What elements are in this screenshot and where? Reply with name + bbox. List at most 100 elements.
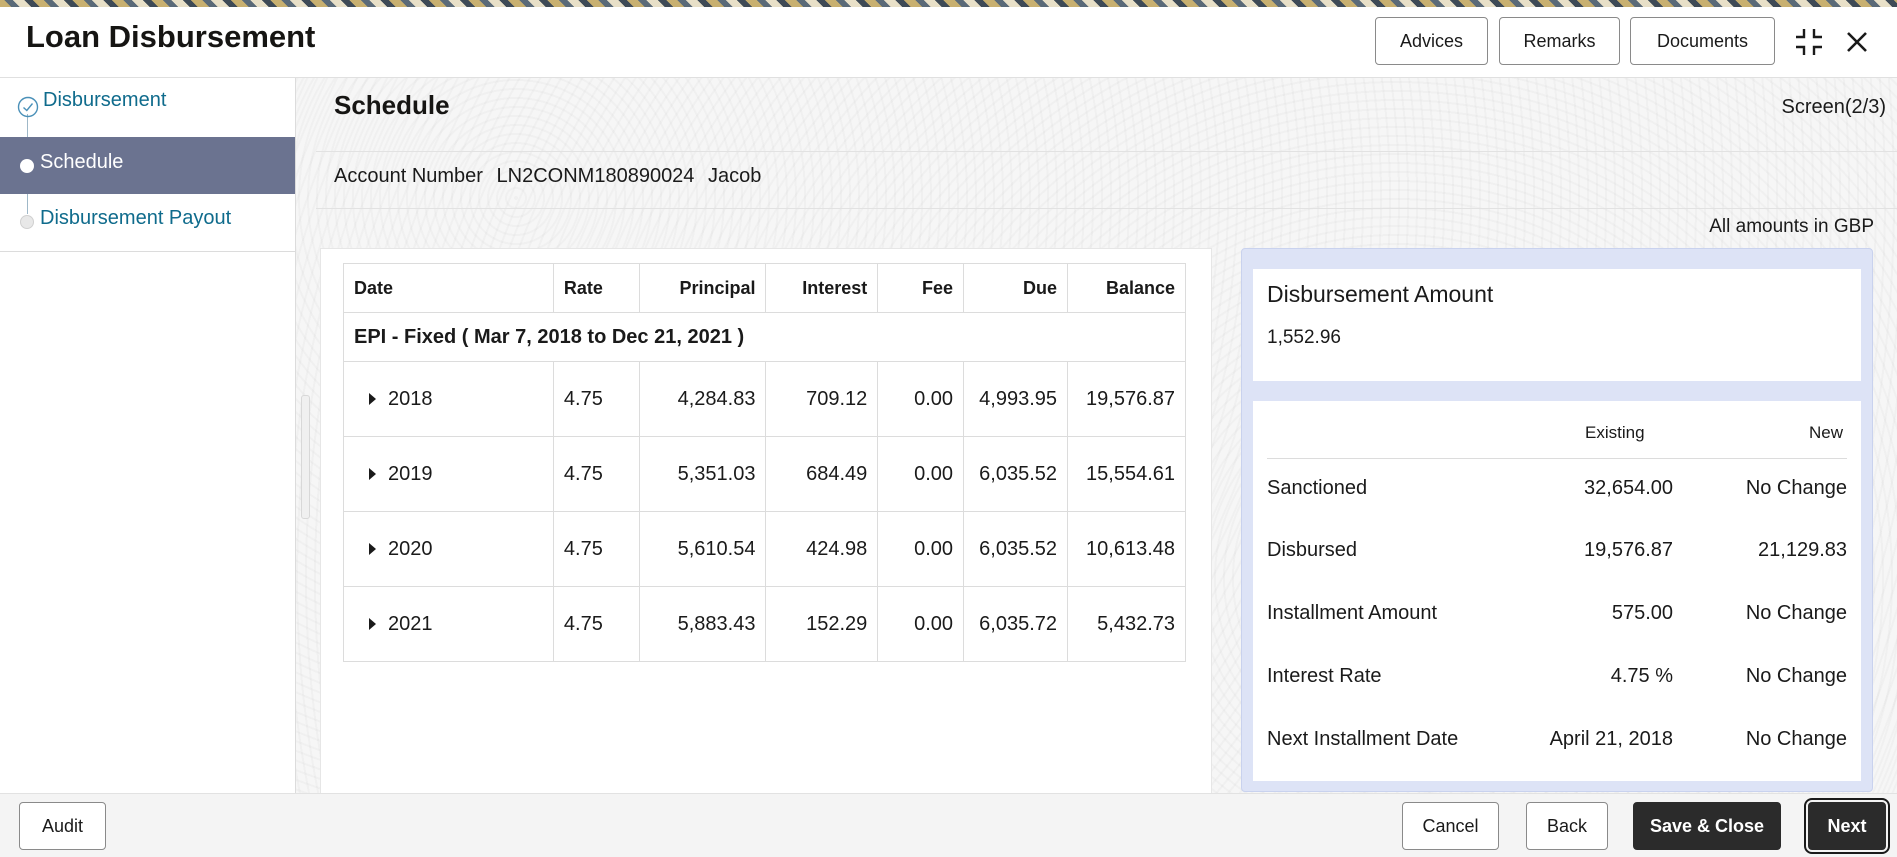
step-navigation: Disbursement Schedule Disbursement Payou…	[0, 78, 296, 793]
step-label: Disbursement	[43, 89, 167, 111]
summary-new-value: No Change	[1745, 665, 1847, 687]
cell-due: 6,035.52	[963, 511, 1069, 587]
cell-due: 4,993.95	[963, 361, 1069, 437]
cell-interest: 684.49	[765, 436, 879, 512]
save-and-close-button[interactable]: Save & Close	[1633, 802, 1781, 850]
cell-fee: 0.00	[877, 436, 965, 512]
expand-caret-icon[interactable]	[369, 618, 376, 631]
summary-new-value: No Change	[1745, 728, 1847, 750]
summary-new-value: No Change	[1745, 602, 1847, 624]
summary-row-label: Disbursed	[1267, 539, 1358, 561]
column-header-rate[interactable]: Rate	[552, 263, 640, 313]
summary-row-label: Installment Amount	[1267, 602, 1438, 624]
new-column-header: New	[1809, 423, 1844, 442]
cell-fee: 0.00	[877, 361, 965, 437]
main-content: Schedule Screen(2/3) Account Number LN2C…	[296, 78, 1897, 794]
divider	[1267, 458, 1847, 459]
schedule-group-row: EPI - Fixed ( Mar 7, 2018 to Dec 21, 202…	[343, 312, 1186, 362]
cell-balance: 5,432.73	[1067, 586, 1186, 662]
row-year: 2018	[388, 387, 433, 410]
step-disbursement-payout[interactable]: Disbursement Payout	[0, 195, 295, 252]
cell-balance: 19,576.87	[1067, 361, 1186, 437]
page-title: Loan Disbursement	[26, 19, 316, 54]
summary-row-installment-amount: Installment Amount 575.00 No Change	[1267, 602, 1847, 632]
cancel-button[interactable]: Cancel	[1402, 802, 1499, 850]
row-year: 2019	[388, 462, 433, 485]
divider	[316, 208, 1897, 209]
cell-rate: 4.75	[552, 361, 640, 437]
summary-panel: Disbursement Amount 1,552.96 Existing Ne…	[1241, 248, 1873, 792]
disbursement-amount-card: Disbursement Amount 1,552.96	[1253, 269, 1861, 381]
summary-row-disbursed: Disbursed 19,576.87 21,129.83	[1267, 539, 1847, 569]
summary-row-label: Interest Rate	[1267, 665, 1382, 687]
cell-rate: 4.75	[552, 586, 640, 662]
step-schedule[interactable]: Schedule	[0, 137, 295, 194]
column-header-date[interactable]: Date	[343, 263, 554, 313]
cell-principal: 4,284.83	[638, 361, 767, 437]
column-header-principal[interactable]: Principal	[638, 263, 767, 313]
column-header-balance[interactable]: Balance	[1067, 263, 1186, 313]
summary-row-sanctioned: Sanctioned 32,654.00 No Change	[1267, 477, 1847, 507]
expand-caret-icon[interactable]	[369, 468, 376, 481]
summary-existing-value: 4.75 %	[1610, 665, 1673, 687]
step-disbursement[interactable]: Disbursement	[0, 78, 295, 136]
cell-interest: 709.12	[765, 361, 879, 437]
check-circle-icon	[17, 96, 39, 123]
account-number-value: LN2CONM180890024	[496, 165, 695, 187]
summary-existing-value: 32,654.00	[1584, 477, 1673, 499]
pending-step-dot-icon	[20, 215, 34, 229]
cell-principal: 5,610.54	[638, 511, 767, 587]
row-year: 2021	[388, 612, 433, 635]
column-header-due[interactable]: Due	[963, 263, 1069, 313]
summary-new-value: 21,129.83	[1758, 539, 1847, 561]
app-header: Loan Disbursement Advices Remarks Docume…	[0, 7, 1897, 78]
table-row[interactable]: 2020 4.75 5,610.54 424.98 0.00 6,035.52 …	[343, 511, 1186, 587]
cell-interest: 152.29	[765, 586, 879, 662]
cell-fee: 0.00	[877, 586, 965, 662]
audit-button[interactable]: Audit	[19, 802, 106, 850]
action-footer: Audit Cancel Back Save & Close Next	[0, 793, 1897, 857]
table-row[interactable]: 2019 4.75 5,351.03 684.49 0.00 6,035.52 …	[343, 436, 1186, 512]
account-number-label: Account Number	[334, 165, 483, 187]
schedule-table-card: Date Rate Principal Interest Fee Due Bal…	[320, 248, 1212, 794]
table-row[interactable]: 2021 4.75 5,883.43 152.29 0.00 6,035.72 …	[343, 586, 1186, 662]
table-header-row: Date Rate Principal Interest Fee Due Bal…	[343, 263, 1186, 313]
advices-button[interactable]: Advices	[1375, 17, 1488, 65]
cell-fee: 0.00	[877, 511, 965, 587]
disbursement-amount-label: Disbursement Amount	[1267, 281, 1494, 307]
existing-column-header: Existing	[1585, 423, 1645, 442]
account-info: Account Number LN2CONM180890024 Jacob	[334, 165, 769, 188]
cell-interest: 424.98	[765, 511, 879, 587]
cell-due: 6,035.72	[963, 586, 1069, 662]
maximize-icon[interactable]	[1790, 23, 1828, 61]
section-title: Schedule	[334, 90, 450, 120]
summary-row-label: Sanctioned	[1267, 477, 1368, 499]
step-label: Schedule	[40, 151, 124, 173]
column-header-fee[interactable]: Fee	[877, 263, 965, 313]
cell-balance: 15,554.61	[1067, 436, 1186, 512]
current-step-dot-icon	[20, 159, 34, 173]
summary-existing-value: April 21, 2018	[1549, 728, 1673, 750]
schedule-table: Date Rate Principal Interest Fee Due Bal…	[343, 263, 1186, 662]
row-year: 2020	[388, 537, 433, 560]
sidebar-scrollbar[interactable]	[301, 395, 310, 519]
close-icon[interactable]	[1838, 23, 1876, 61]
divider	[316, 151, 1897, 152]
expand-caret-icon[interactable]	[369, 543, 376, 556]
documents-button[interactable]: Documents	[1630, 17, 1775, 65]
summary-row-interest-rate: Interest Rate 4.75 % No Change	[1267, 665, 1847, 695]
column-header-interest[interactable]: Interest	[765, 263, 879, 313]
expand-caret-icon[interactable]	[369, 393, 376, 406]
top-decorative-stripe	[0, 0, 1897, 7]
disbursement-amount-value: 1,552.96	[1267, 327, 1341, 348]
table-row[interactable]: 2018 4.75 4,284.83 709.12 0.00 4,993.95 …	[343, 361, 1186, 437]
remarks-button[interactable]: Remarks	[1499, 17, 1620, 65]
summary-existing-value: 19,576.87	[1584, 539, 1673, 561]
cell-rate: 4.75	[552, 436, 640, 512]
back-button[interactable]: Back	[1526, 802, 1608, 850]
summary-new-value: No Change	[1745, 477, 1847, 499]
screen-indicator: Screen(2/3)	[1781, 96, 1887, 118]
cell-rate: 4.75	[552, 511, 640, 587]
next-button[interactable]: Next	[1804, 798, 1890, 854]
currency-note: All amounts in GBP	[1709, 216, 1874, 237]
